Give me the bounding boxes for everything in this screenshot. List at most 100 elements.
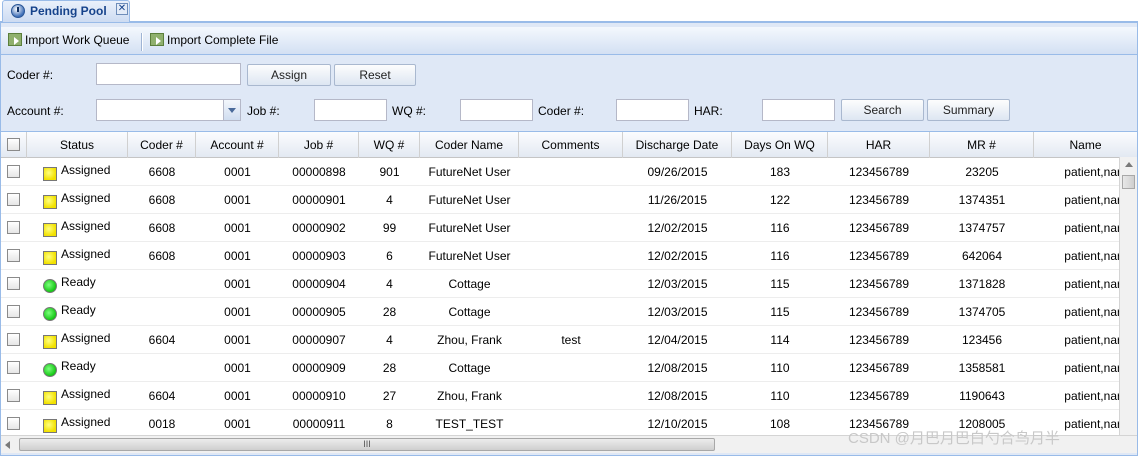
cell-account: 0001 — [224, 417, 251, 431]
reset-button[interactable]: Reset — [334, 64, 416, 86]
column-header-status[interactable]: Status — [27, 132, 128, 158]
toolbar-separator — [141, 33, 143, 51]
assign-coder-input[interactable] — [96, 63, 241, 85]
cell-days-on-wq: 183 — [769, 165, 791, 179]
column-header-coder-name[interactable]: Coder Name — [420, 132, 519, 158]
close-icon[interactable]: ✕ — [116, 3, 128, 15]
column-header-job[interactable]: Job # — [279, 132, 359, 158]
cell-discharge-date: 09/26/2015 — [647, 165, 708, 179]
coder-input[interactable] — [616, 99, 689, 121]
chevron-down-icon[interactable] — [223, 100, 240, 120]
cell-discharge-date: 12/03/2015 — [647, 277, 708, 291]
cell-coder — [128, 354, 196, 382]
row-checkbox[interactable] — [7, 417, 20, 430]
cell-status: Ready — [61, 359, 96, 373]
cell-name: patient,nar — [1064, 193, 1121, 207]
assign-button[interactable]: Assign — [247, 64, 331, 86]
row-checkbox[interactable] — [7, 361, 20, 374]
table-row[interactable]: Assigned 6604 0001 00000907 4 Zhou, Frank test… — [1, 326, 1121, 354]
status-assigned-icon — [43, 223, 57, 237]
table-row[interactable]: Ready 0001 00000909 28 Cottage 12/08/2015 110 1… — [1, 354, 1121, 382]
status-assigned-icon — [43, 335, 57, 349]
wq-input[interactable] — [460, 99, 533, 121]
cell-job: 00000905 — [292, 305, 346, 319]
summary-button[interactable]: Summary — [927, 99, 1010, 121]
select-all-cell — [1, 132, 27, 158]
column-header-account[interactable]: Account # — [196, 132, 279, 158]
table-row[interactable]: Ready 0001 00000904 4 Cottage 12/03/2015 115 12… — [1, 270, 1121, 298]
row-checkbox[interactable] — [7, 333, 20, 346]
import-complete-file-label: Import Complete File — [167, 33, 279, 47]
account-select[interactable] — [96, 99, 241, 121]
column-header-mr[interactable]: MR # — [930, 132, 1034, 158]
har-label: HAR: — [694, 104, 723, 118]
column-header-comments[interactable]: Comments — [519, 132, 623, 158]
cell-days-on-wq: 108 — [769, 417, 791, 431]
table-row[interactable]: Ready 0001 00000905 28 Cottage 12/03/2015 115 1… — [1, 298, 1121, 326]
cell-account: 0001 — [224, 389, 251, 403]
horizontal-scroll-thumb[interactable]: III — [19, 438, 715, 451]
tab-title: Pending Pool — [30, 4, 107, 18]
cell-coder-name: FutureNet User — [428, 165, 511, 179]
cell-status: Assigned — [61, 163, 111, 177]
cell-discharge-date: 12/10/2015 — [647, 417, 708, 431]
status-assigned-icon — [43, 195, 57, 209]
import-toolbar: Import Work Queue Import Complete File — [1, 27, 1137, 55]
cell-account: 0001 — [224, 193, 251, 207]
har-input[interactable] — [762, 99, 835, 121]
cell-mr: 23205 — [965, 165, 999, 179]
column-header-wq[interactable]: WQ # — [359, 132, 420, 158]
status-ready-icon — [43, 363, 57, 377]
cell-account: 0001 — [224, 249, 251, 263]
cell-job: 00000898 — [292, 165, 346, 179]
cell-comments: test — [561, 333, 581, 347]
column-header-har[interactable]: HAR — [828, 132, 930, 158]
cell-job: 00000902 — [292, 221, 346, 235]
cell-status: Assigned — [61, 247, 111, 261]
cell-coder: 6608 — [148, 249, 176, 263]
row-checkbox[interactable] — [7, 389, 20, 402]
search-button[interactable]: Search — [841, 99, 924, 121]
vertical-scrollbar[interactable] — [1119, 157, 1137, 435]
table-row[interactable]: Assigned 6608 0001 00000903 6 FutureNet User 1… — [1, 242, 1121, 270]
pending-pool-panel: Import Work Queue Import Complete File C… — [0, 22, 1138, 456]
tab-bar: Pending Pool ✕ — [0, 0, 1138, 22]
table-row[interactable]: Assigned 6608 0001 00000902 99 FutureNet User… — [1, 214, 1121, 242]
clock-icon — [11, 4, 25, 18]
cell-wq: 901 — [379, 165, 400, 179]
cell-days-on-wq: 116 — [770, 249, 790, 263]
vertical-scroll-thumb[interactable] — [1122, 175, 1135, 189]
job-input[interactable] — [314, 99, 387, 121]
cell-coder — [128, 298, 196, 326]
cell-mr: 1371828 — [958, 277, 1006, 291]
table-row[interactable]: Assigned 6608 0001 00000898 901 FutureNet Use… — [1, 158, 1121, 186]
cell-discharge-date: 12/04/2015 — [647, 333, 708, 347]
import-complete-file-button[interactable]: Import Complete File — [150, 33, 278, 51]
column-header-discharge-date[interactable]: Discharge Date — [623, 132, 732, 158]
row-checkbox[interactable] — [7, 305, 20, 318]
cell-coder — [128, 270, 196, 298]
row-checkbox[interactable] — [7, 193, 20, 206]
row-checkbox[interactable] — [7, 165, 20, 178]
row-checkbox[interactable] — [7, 221, 20, 234]
table-row[interactable]: Assigned 6608 0001 00000901 4 FutureNet User 1… — [1, 186, 1121, 214]
scroll-left-icon[interactable] — [5, 441, 10, 449]
cell-days-on-wq: 110 — [770, 361, 790, 375]
pending-pool-grid: Status Coder # Account # Job # WQ # Code… — [1, 131, 1137, 435]
watermark: CSDN @月巴月巴白勺合鸟月半 — [848, 430, 1060, 447]
column-header-name[interactable]: Name — [1034, 132, 1137, 158]
cell-comments — [519, 214, 623, 242]
select-all-checkbox[interactable] — [7, 138, 20, 151]
row-checkbox[interactable] — [7, 249, 20, 262]
tab-pending-pool[interactable]: Pending Pool ✕ — [2, 0, 130, 22]
scroll-up-icon[interactable] — [1125, 162, 1133, 167]
cell-wq: 28 — [382, 305, 397, 319]
cell-status: Assigned — [61, 191, 111, 205]
column-header-coder[interactable]: Coder # — [128, 132, 196, 158]
cell-name: patient,nar — [1064, 333, 1121, 347]
row-checkbox[interactable] — [7, 277, 20, 290]
table-row[interactable]: Assigned 6604 0001 00000910 27 Zhou, Frank 12/… — [1, 382, 1121, 410]
cell-wq: 8 — [386, 417, 393, 431]
import-work-queue-button[interactable]: Import Work Queue — [8, 33, 129, 51]
column-header-days-on-wq[interactable]: Days On WQ — [732, 132, 828, 158]
